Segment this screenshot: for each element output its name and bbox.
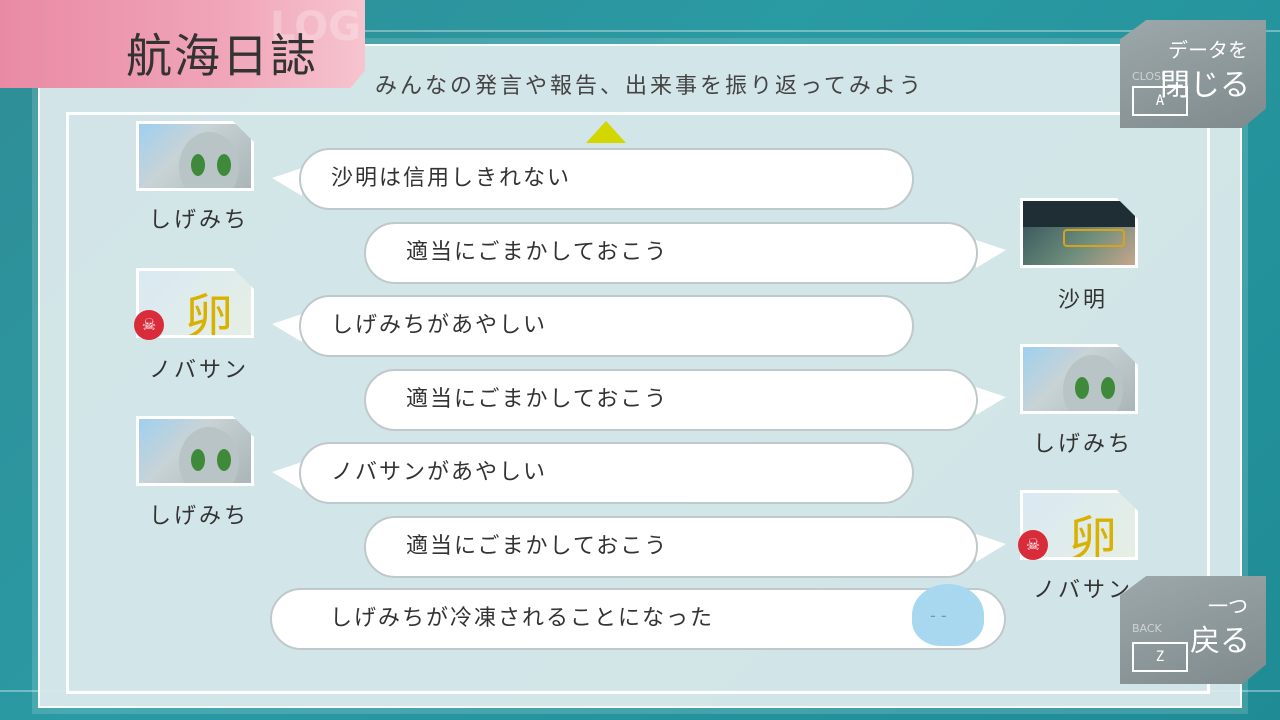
triangle-up-icon[interactable] [586, 121, 626, 143]
speaker-name: しげみち [1032, 432, 1133, 457]
log-message: 適当にごまかしておこう [364, 222, 978, 284]
log-message: しげみちがあやしい [299, 295, 914, 357]
speaker-portrait [136, 416, 254, 486]
skull-mark-icon: ☠ [1018, 530, 1048, 560]
speaker-name: 沙明 [1057, 288, 1108, 313]
log-message: 適当にごまかしておこう [364, 369, 978, 431]
nova-emblem-icon: 卵 [1069, 511, 1118, 560]
skull-mark-icon: ☠ [134, 310, 164, 340]
frozen-head-icon [912, 584, 984, 646]
page-title: 航海日誌 [126, 29, 318, 83]
speaker-name: ノバサン [148, 358, 249, 383]
log-event-message: しげみちが冷凍されることになった [270, 588, 1006, 650]
back-key-hint: Z [1132, 642, 1188, 672]
speaker-name: しげみち [148, 504, 249, 529]
log-message: 沙明は信用しきれない [299, 148, 914, 210]
speaker-portrait [1020, 344, 1138, 414]
bubble-tail [976, 387, 1006, 415]
speaker-name: しげみち [148, 208, 249, 233]
bubble-tail [272, 314, 302, 342]
back-button-en: BACK [1132, 622, 1162, 635]
speaker-name: ノバサン [1032, 578, 1133, 603]
speaker-portrait [136, 121, 254, 191]
close-key-hint: A [1132, 86, 1188, 116]
nova-emblem-icon: 卵 [185, 289, 234, 338]
page-subtitle: みんなの発言や報告、出来事を振り返ってみよう [375, 74, 924, 99]
speaker-portrait [1020, 198, 1138, 268]
glasses-portrait-icon [1063, 229, 1125, 247]
close-data-button[interactable]: データを 閉じる CLOSE A [1120, 20, 1266, 128]
close-button-en: CLOSE [1132, 70, 1169, 83]
close-button-line1: データを [1168, 38, 1248, 62]
bubble-tail [272, 168, 302, 196]
bubble-tail [976, 534, 1006, 562]
log-message: 適当にごまかしておこう [364, 516, 978, 578]
bubble-tail [272, 462, 302, 490]
bubble-tail [976, 240, 1006, 268]
back-button-line2: 戻る [1190, 624, 1250, 659]
log-message: ノバサンがあやしい [299, 442, 914, 504]
back-button-line1: 一つ [1208, 594, 1248, 618]
